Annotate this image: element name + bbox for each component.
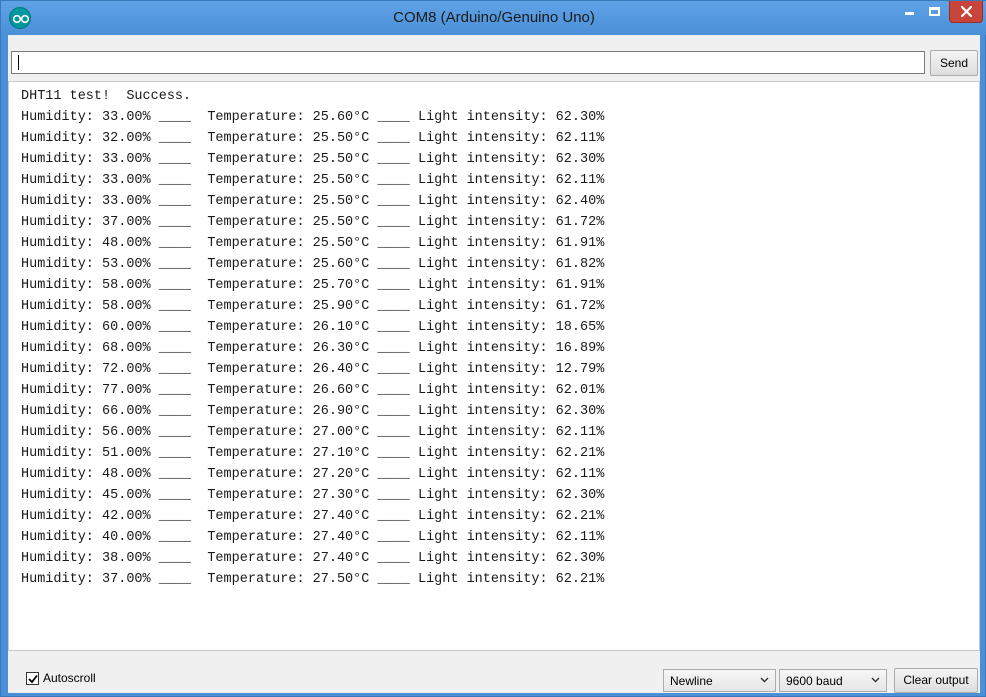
output-line: Humidity: 33.00% ____ Temperature: 25.60… (21, 110, 605, 125)
line-ending-value: Newline (670, 674, 713, 688)
line-ending-select[interactable]: Newline (663, 669, 776, 692)
send-button[interactable]: Send (930, 50, 978, 76)
chevron-down-icon (871, 677, 880, 683)
output-line: Humidity: 37.00% ____ Temperature: 25.50… (21, 215, 605, 230)
chevron-down-icon (760, 677, 769, 683)
output-line: Humidity: 33.00% ____ Temperature: 25.50… (21, 194, 605, 209)
output-line: Humidity: 72.00% ____ Temperature: 26.40… (21, 362, 605, 377)
checkmark-icon (28, 674, 38, 684)
bottom-bar: Autoscroll Newline 9600 baud Clear outpu… (8, 651, 980, 693)
title-bar[interactable]: COM8 (Arduino/Genuino Uno) (1, 1, 986, 35)
output-line: Humidity: 33.00% ____ Temperature: 25.50… (21, 152, 605, 167)
output-line: Humidity: 66.00% ____ Temperature: 26.90… (21, 404, 605, 419)
minimize-icon (905, 12, 914, 15)
output-line: Humidity: 51.00% ____ Temperature: 27.10… (21, 446, 605, 461)
text-caret (18, 55, 19, 70)
window-title: COM8 (Arduino/Genuino Uno) (393, 9, 595, 26)
output-line: Humidity: 45.00% ____ Temperature: 27.30… (21, 488, 605, 503)
baud-rate-select[interactable]: 9600 baud (779, 669, 887, 692)
output-line: Humidity: 38.00% ____ Temperature: 27.40… (21, 551, 605, 566)
output-line: Humidity: 33.00% ____ Temperature: 25.50… (21, 173, 605, 188)
output-line: Humidity: 56.00% ____ Temperature: 27.00… (21, 425, 605, 440)
output-line: Humidity: 77.00% ____ Temperature: 26.60… (21, 383, 605, 398)
output-line: Humidity: 58.00% ____ Temperature: 25.90… (21, 299, 605, 314)
output-line: Humidity: 58.00% ____ Temperature: 25.70… (21, 278, 605, 293)
close-button[interactable] (949, 1, 983, 23)
output-line: Humidity: 53.00% ____ Temperature: 25.60… (21, 257, 605, 272)
output-line: Humidity: 42.00% ____ Temperature: 27.40… (21, 509, 605, 524)
clear-output-button[interactable]: Clear output (894, 668, 978, 693)
send-bar: Send (8, 35, 980, 81)
autoscroll-checkbox[interactable] (26, 672, 39, 685)
output-line: Humidity: 37.00% ____ Temperature: 27.50… (21, 572, 605, 587)
maximize-icon (929, 7, 940, 16)
close-icon (961, 6, 972, 17)
output-line: DHT11 test! Success. (21, 89, 192, 104)
output-line: Humidity: 32.00% ____ Temperature: 25.50… (21, 131, 605, 146)
serial-monitor-window: COM8 (Arduino/Genuino Uno) Send DHT11 te… (0, 0, 986, 697)
output-line: Humidity: 40.00% ____ Temperature: 27.40… (21, 530, 605, 545)
autoscroll-label: Autoscroll (43, 671, 96, 685)
baud-rate-value: 9600 baud (786, 674, 843, 688)
output-line: Humidity: 48.00% ____ Temperature: 25.50… (21, 236, 605, 251)
maximize-button[interactable] (922, 1, 948, 23)
output-line: Humidity: 48.00% ____ Temperature: 27.20… (21, 467, 605, 482)
output-line: Humidity: 68.00% ____ Temperature: 26.30… (21, 341, 605, 356)
output-line: Humidity: 60.00% ____ Temperature: 26.10… (21, 320, 605, 335)
serial-output[interactable]: DHT11 test! Success. Humidity: 33.00% __… (8, 81, 980, 651)
minimize-button[interactable] (896, 1, 922, 23)
serial-input[interactable] (11, 51, 925, 74)
